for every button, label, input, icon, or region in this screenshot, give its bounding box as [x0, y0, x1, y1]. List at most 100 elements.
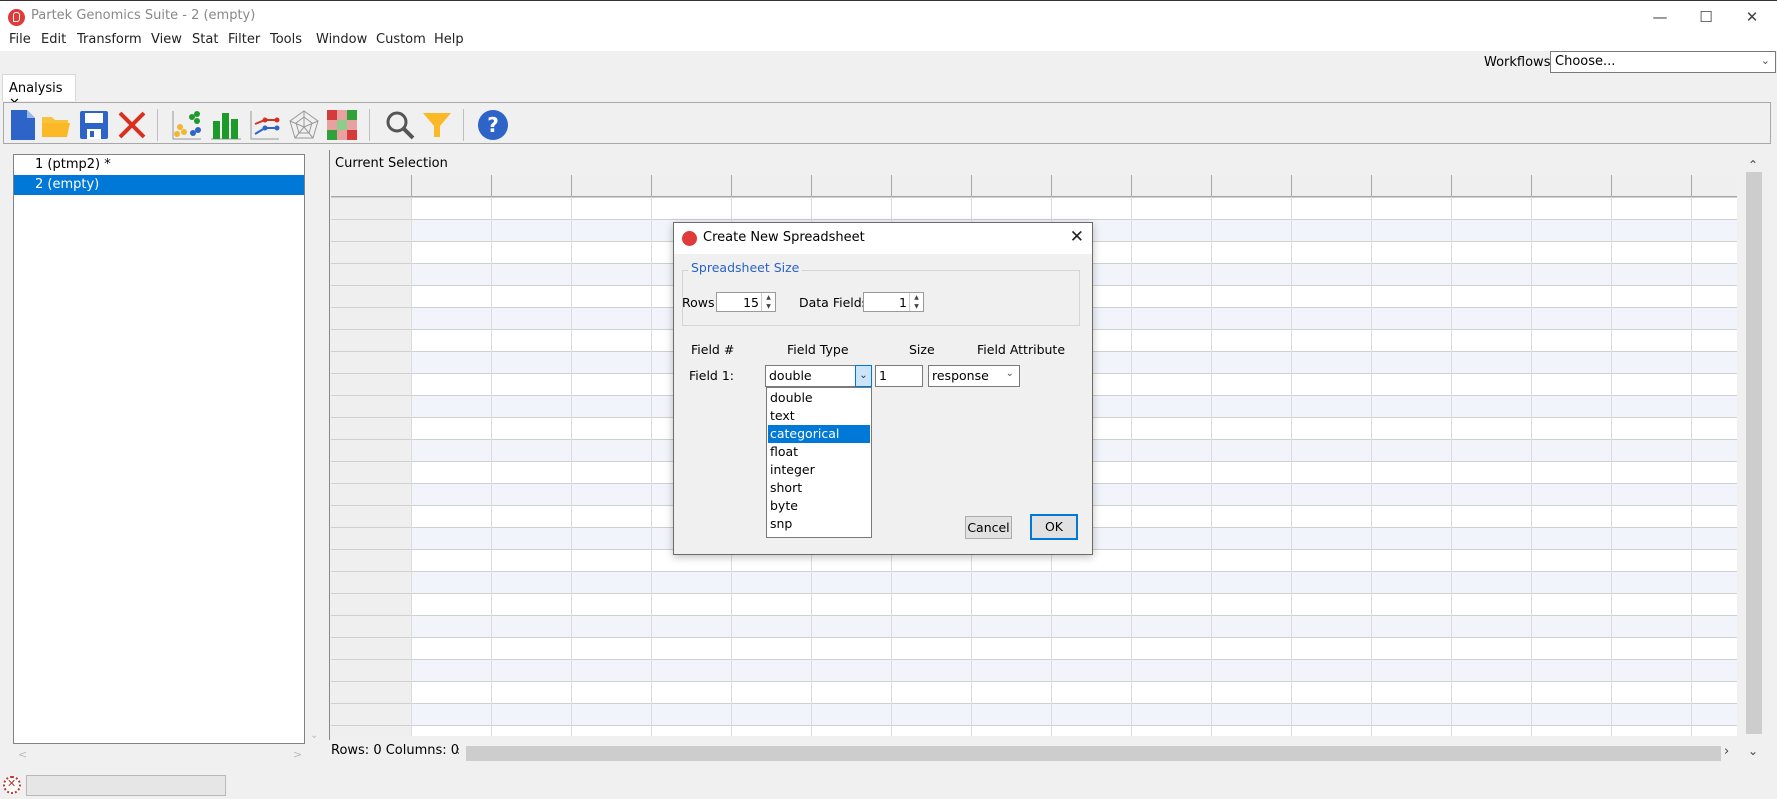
grid-row-line — [331, 659, 1737, 660]
ok-button[interactable]: OK — [1030, 514, 1078, 540]
status-field — [26, 775, 226, 796]
menu-file[interactable]: File — [9, 32, 31, 47]
dropdown-option[interactable]: double — [768, 389, 870, 407]
column-header-divider — [1211, 175, 1212, 197]
menu-tools[interactable]: Tools — [270, 32, 302, 47]
grid-row-line — [331, 637, 1737, 638]
cancel-button[interactable]: Cancel — [965, 516, 1012, 539]
data-fields-label: Data Fields — [799, 295, 869, 310]
error-status-icon — [3, 776, 21, 794]
dropdown-option[interactable]: snp — [768, 515, 870, 533]
dropdown-option[interactable]: text — [768, 407, 870, 425]
grid-column-line — [491, 175, 492, 736]
list-item-selected[interactable]: 2 (empty) — [14, 175, 304, 195]
column-header-divider — [1371, 175, 1372, 197]
heatmap-icon[interactable] — [326, 109, 358, 141]
spinner-arrows-icon[interactable]: ▲ ▼ — [909, 293, 923, 311]
grid-row-line — [331, 681, 1737, 682]
field-attribute-select[interactable]: response ⌄ — [928, 365, 1020, 387]
rows-columns-status: Rows: 0 Columns: 0 — [331, 743, 460, 758]
field-type-select[interactable]: double ⌄ — [765, 365, 872, 387]
horizontal-scrollbar[interactable] — [466, 746, 1721, 761]
menu-filter[interactable]: Filter — [228, 32, 260, 47]
help-icon[interactable]: ? — [477, 109, 509, 141]
menu-edit[interactable]: Edit — [41, 32, 66, 47]
column-header-divider — [971, 175, 972, 197]
header-size: Size — [909, 342, 935, 357]
grid-column-line — [1451, 175, 1452, 736]
line-chart-icon[interactable] — [249, 109, 281, 141]
spreadsheet-list: 1 (ptmp2) * 2 (empty) — [13, 154, 305, 744]
scroll-down-icon[interactable]: ⌄ — [1748, 744, 1758, 758]
menu-view[interactable]: View — [151, 32, 182, 47]
grid-divider — [329, 150, 330, 740]
radar-chart-icon[interactable] — [288, 109, 320, 141]
field-type-value: double — [769, 368, 812, 383]
chevron-down-icon: ⌄ — [1760, 54, 1770, 67]
column-header-divider — [1451, 175, 1452, 197]
column-header-divider — [811, 175, 812, 197]
field-attribute-value: response — [932, 368, 989, 383]
column-header-divider — [491, 175, 492, 197]
grid-row-band — [411, 572, 1737, 593]
tab-analysis[interactable]: Analysis ✕ — [2, 74, 76, 111]
column-header-divider — [1691, 175, 1692, 197]
menu-window[interactable]: Window — [316, 32, 367, 47]
dropdown-option[interactable]: byte — [768, 497, 870, 515]
rows-label: Rows — [682, 295, 715, 310]
dialog-close-button[interactable]: ✕ — [1070, 227, 1084, 247]
column-header-divider — [1291, 175, 1292, 197]
list-scroll-left-icon[interactable]: < — [18, 748, 27, 761]
close-window-button[interactable]: ✕ — [1729, 1, 1775, 32]
minimize-button[interactable]: — — [1637, 1, 1683, 32]
delete-icon[interactable] — [116, 109, 148, 141]
grid-column-line — [411, 175, 412, 736]
open-folder-icon[interactable] — [40, 109, 72, 141]
grid-row-line — [331, 197, 1737, 198]
workflows-select[interactable]: Choose... ⌄ — [1550, 51, 1776, 73]
rows-spinner[interactable]: 15 ▲ ▼ — [716, 292, 776, 312]
grid-row-line — [331, 703, 1737, 704]
list-scroll-right-icon[interactable]: > — [293, 748, 302, 761]
new-file-icon[interactable] — [7, 109, 39, 141]
rows-value: 15 — [743, 295, 759, 310]
vertical-scrollbar[interactable] — [1746, 172, 1762, 734]
scatter-plot-icon[interactable] — [171, 109, 203, 141]
scroll-right-icon[interactable]: › — [1724, 744, 1729, 759]
maximize-button[interactable]: ☐ — [1683, 1, 1729, 32]
scroll-up-icon[interactable]: ⌃ — [1748, 158, 1758, 172]
list-item[interactable]: 1 (ptmp2) * — [14, 155, 304, 175]
list-scroll-down-icon[interactable]: ⌄ — [310, 730, 318, 741]
spinner-arrows-icon[interactable]: ▲ ▼ — [761, 293, 775, 311]
filter-icon[interactable] — [421, 109, 453, 141]
save-icon[interactable] — [78, 109, 110, 141]
dropdown-option[interactable]: integer — [768, 461, 870, 479]
grid-row-band — [411, 616, 1737, 637]
grid-row-line — [331, 593, 1737, 594]
chevron-down-icon[interactable]: ⌄ — [855, 365, 872, 387]
group-title: Spreadsheet Size — [688, 260, 803, 275]
size-input[interactable]: 1 — [875, 365, 923, 387]
grid-row-line — [331, 615, 1737, 616]
scroll-left-icon[interactable]: ‹ — [455, 744, 460, 759]
header-field-num: Field # — [691, 342, 735, 357]
dropdown-option-highlighted[interactable]: categorical — [768, 425, 870, 443]
data-fields-spinner[interactable]: 1 ▲ ▼ — [863, 292, 924, 312]
menu-stat[interactable]: Stat — [192, 32, 218, 47]
grid-row-band — [411, 704, 1737, 725]
dropdown-option[interactable]: short — [768, 479, 870, 497]
grid-column-line — [1611, 175, 1612, 736]
menu-help[interactable]: Help — [434, 32, 464, 47]
search-icon[interactable] — [384, 109, 416, 141]
grid-column-line — [1691, 175, 1692, 736]
size-value: 1 — [879, 368, 887, 383]
dialog-title-bar: Create New Spreadsheet ✕ — [674, 223, 1092, 254]
grid-column-line — [651, 175, 652, 736]
bar-chart-icon[interactable] — [210, 109, 242, 141]
dropdown-option[interactable]: float — [768, 443, 870, 461]
menu-transform[interactable]: Transform — [77, 32, 142, 47]
grid-row-line — [331, 571, 1737, 572]
menu-custom[interactable]: Custom — [376, 32, 426, 47]
toolbar-separator — [157, 109, 158, 141]
dialog-title: Create New Spreadsheet — [703, 230, 865, 245]
